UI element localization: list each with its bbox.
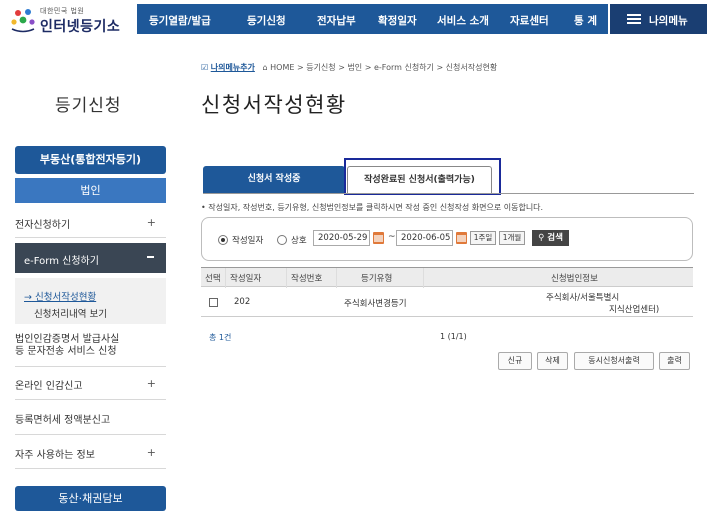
search-panel: 작성일자 상호 2020-05-29 ~ 2020-06-05 1주일 1개월 … [201,217,693,261]
radio-by-date-label: 작성일자 [232,236,264,246]
sidebar-movables-button[interactable]: 동산·채권담보 [15,486,166,511]
search-button[interactable]: ⚲ 검색 [532,230,569,246]
date-to-input[interactable]: 2020-06-05 [396,230,453,246]
sidebar-submenu: → 신청서작성현황 신청처리내역 보기 [15,278,166,324]
nav-e-payment[interactable]: 전자납부 [317,13,356,28]
sidebar-item-frequent-info[interactable]: 자주 사용하는 정보 + [15,446,166,461]
info-note: • 작성일자, 작성번호, 등기유형, 신청법인정보를 클릭하시면 작성 중인 … [201,203,544,212]
hamburger-icon [627,14,641,24]
arrow-right-icon: → [24,292,32,303]
divider [15,468,166,469]
sidebar-sub-item-history[interactable]: 신청처리내역 보기 [34,306,107,320]
site-logo[interactable]: 대한민국 법원 인터넷등기소 [6,3,138,35]
one-month-button[interactable]: 1개월 [499,231,525,245]
breadcrumb: ☑ 나의메뉴추가 ⌂ HOME > 등기신청 > 법인 > e-Form 신청하… [201,62,497,73]
logo-subtitle: 대한민국 법원 [40,7,85,15]
col-corp-info: 신청법인정보 [551,274,598,284]
col-number: 작성번호 [291,274,323,284]
row-corp-info-line1[interactable]: 주식회사/서울특별시 [546,291,619,303]
calendar-icon[interactable] [456,232,467,244]
expand-plus-icon: + [146,377,156,390]
radio-by-name[interactable] [277,235,287,245]
breadcrumb-path: HOME > 등기신청 > 법인 > e-Form 신청하기 > 신청서작성현황 [270,63,498,72]
sidebar-item-label: 자주 사용하는 정보 [15,450,95,461]
row-corp-info-line2[interactable]: 지식산업센터) [609,303,659,315]
my-menu-label: 나의메뉴 [649,15,688,27]
delete-button[interactable]: 삭제 [537,352,568,370]
tab-highlight-box [344,158,501,195]
nav-statistics[interactable]: 통 계 [574,13,597,28]
page-title: 신청서작성현황 [201,93,347,117]
sidebar-item-label: 등 문자전송 서비스 신청 [15,346,117,357]
sidebar-item-sms-service[interactable]: 법인인감증명서 발급사실 등 문자전송 서비스 신청 [15,334,166,358]
row-type[interactable]: 주식회사변경등기 [344,297,407,309]
top-navigation: 등기열람/발급 등기신청 전자납부 확정일자 서비스 소개 자료센터 통 계 [137,4,608,34]
new-button[interactable]: 신규 [498,352,532,370]
table-header: 선택 작성일자 작성번호 등기유형 신청법인정보 [201,267,693,287]
sidebar-item-e-apply[interactable]: 전자신청하기 + [15,216,166,231]
sidebar-item-label: 전자신청하기 [15,220,71,231]
check-icon: ☑ [201,63,209,72]
search-icon: ⚲ [538,233,545,243]
divider [15,399,166,400]
home-icon: ⌂ [262,63,268,72]
calendar-icon[interactable] [373,232,384,244]
row-checkbox[interactable] [209,298,218,307]
sidebar-corporation-button[interactable]: 법인 [15,178,166,203]
divider [15,366,166,367]
header: 대한민국 법원 인터넷등기소 등기열람/발급 등기신청 전자납부 확정일자 서비… [0,0,719,38]
expand-plus-icon: + [146,446,156,459]
radio-by-name-label: 상호 [291,236,307,246]
nav-registry-apply[interactable]: 등기신청 [247,13,286,28]
nav-fixed-date[interactable]: 확정일자 [378,13,417,28]
sidebar-item-label: e-Form 신청하기 [24,256,99,267]
col-type: 등기유형 [361,274,393,284]
sidebar-item-license-tax[interactable]: 등록면허세 정액분신고 [15,411,166,426]
col-select: 선택 [205,274,221,284]
nav-data-center[interactable]: 자료센터 [510,13,549,28]
radio-by-date[interactable] [218,235,228,245]
pagination[interactable]: 1 (1/1) [440,332,467,341]
sidebar-sub-item-application-status[interactable]: → 신청서작성현황 [24,289,96,303]
my-menu-button[interactable]: 나의메뉴 [610,4,707,34]
total-count: 총 1건 [209,333,232,342]
expand-plus-icon: + [146,216,156,229]
date-from-input[interactable]: 2020-05-29 [313,230,370,246]
section-title: 등기신청 [55,96,122,116]
batch-print-button[interactable]: 동시신청서출력 [574,352,654,370]
col-date: 작성일자 [230,274,262,284]
one-week-button[interactable]: 1주일 [470,231,496,245]
date-separator: ~ [388,232,396,242]
sidebar-item-label: 법인인감증명서 발급사실 [15,334,120,345]
tab-in-progress[interactable]: 신청서 작성중 [203,166,345,193]
sidebar-item-online-seal[interactable]: 온라인 인감신고 + [15,377,166,392]
nav-registry-view[interactable]: 등기열람/발급 [149,13,211,28]
sidebar-item-label: 온라인 인감신고 [15,381,83,392]
print-button[interactable]: 출력 [659,352,690,370]
court-emblem-icon [11,9,35,33]
sidebar-item-e-form[interactable]: e-Form 신청하기 [15,243,166,273]
sidebar-item-label: 등록면허세 정액분신고 [15,415,111,426]
divider [15,237,166,238]
collapse-minus-icon [147,256,154,258]
row-date[interactable]: 202 [234,297,250,307]
logo-title: 인터넷등기소 [40,19,121,35]
table-row[interactable]: 202 주식회사변경등기 주식회사/서울특별시 지식산업센터) [201,288,693,317]
nav-service-intro[interactable]: 서비스 소개 [437,13,489,28]
divider [15,434,166,435]
sidebar-real-estate-button[interactable]: 부동산(통합전자등기) [15,146,166,174]
tab-underline [203,193,694,194]
add-favorite-link[interactable]: 나의메뉴추가 [211,63,255,72]
